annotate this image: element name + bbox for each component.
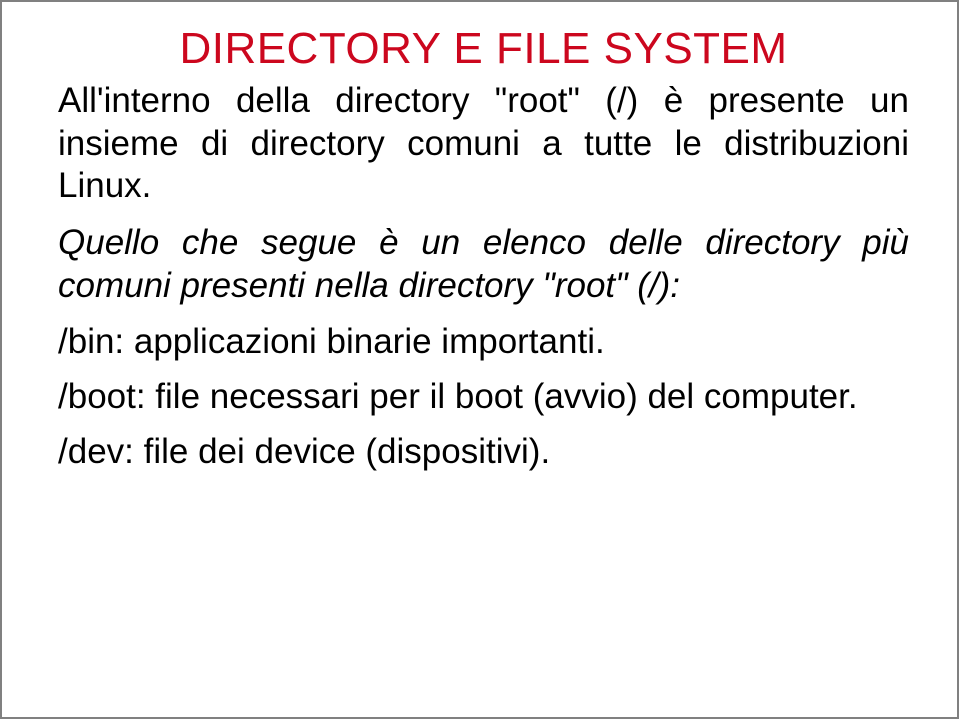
directory-path: /bin:: [58, 322, 124, 361]
directory-entry: /dev: file dei device (dispositivi).: [58, 431, 909, 474]
directory-path: /dev:: [58, 432, 134, 471]
directory-desc: applicazioni binarie importanti.: [124, 322, 605, 361]
directory-path: /boot:: [58, 377, 146, 416]
slide-title: DIRECTORY E FILE SYSTEM: [58, 24, 909, 74]
slide-body: All'interno della directory "root" (/) è…: [58, 80, 909, 474]
directory-entry: /bin: applicazioni binarie importanti.: [58, 321, 909, 364]
directory-desc: file necessari per il boot (avvio) del c…: [146, 377, 858, 416]
subnote-paragraph: Quello che segue è un elenco delle direc…: [58, 222, 909, 307]
slide-container: DIRECTORY E FILE SYSTEM All'interno dell…: [0, 0, 959, 719]
intro-paragraph: All'interno della directory "root" (/) è…: [58, 80, 909, 208]
directory-desc: file dei device (dispositivi).: [134, 432, 550, 471]
directory-entry: /boot: file necessari per il boot (avvio…: [58, 376, 909, 419]
